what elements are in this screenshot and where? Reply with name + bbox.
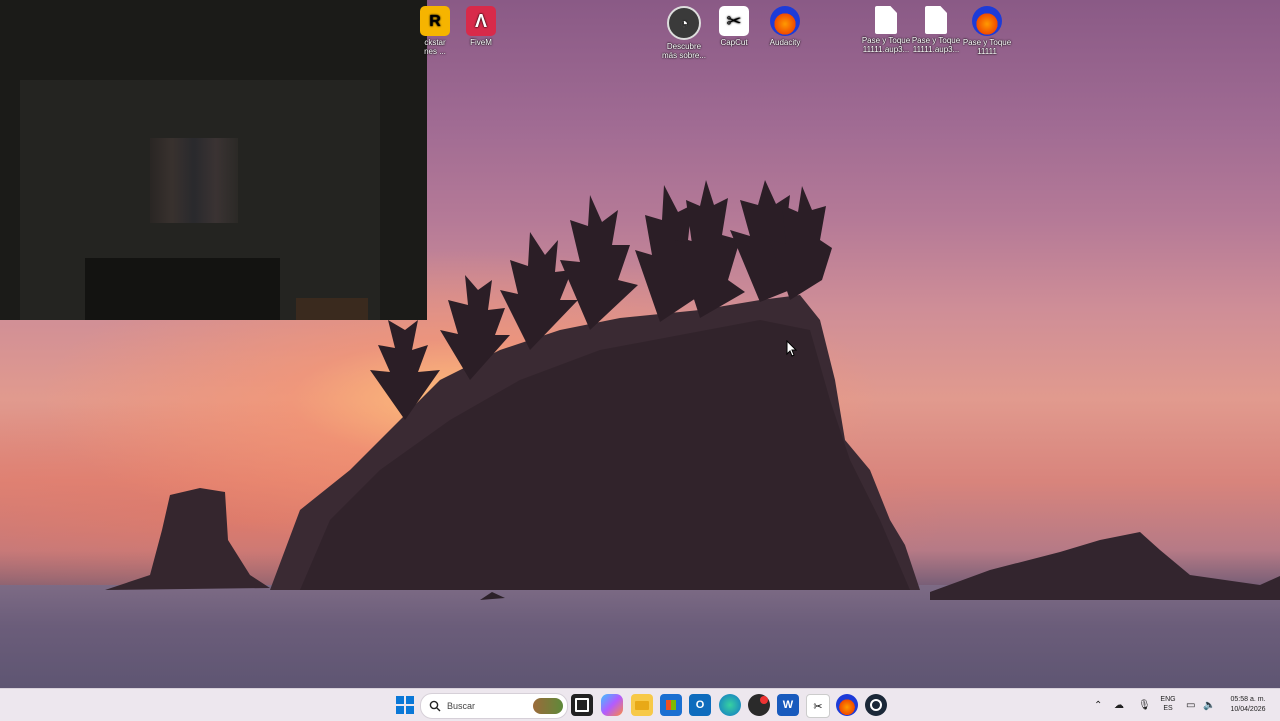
search-highlight-image — [533, 698, 563, 714]
word-button[interactable]: W — [777, 694, 799, 716]
audacity-icon — [770, 6, 800, 36]
monitor-icon: ▭ — [1186, 699, 1196, 711]
capcut-icon: ✂ — [813, 700, 823, 713]
desktop-icon-capcut[interactable]: ✂ CapCut — [709, 0, 759, 47]
tray-volume-button[interactable]: 🔈 — [1203, 689, 1215, 721]
desktop-icon-audacity[interactable]: Audacity — [760, 0, 810, 47]
language-indicator[interactable]: ENG ES — [1157, 695, 1179, 713]
task-view-icon — [575, 698, 589, 712]
tray-microphone-button[interactable]: 🎙 — [1138, 689, 1151, 721]
file-explorer-icon — [635, 700, 649, 710]
chevron-up-icon: ⌃ — [1094, 699, 1103, 711]
clock-date: 10/04/2026 — [1230, 706, 1266, 713]
webcam-furniture — [85, 258, 280, 320]
audacity-taskbar-button[interactable] — [836, 694, 858, 716]
copilot-button[interactable] — [601, 694, 623, 716]
desktop-icon-label: CapCut — [720, 38, 748, 47]
microphone-icon: 🎙 — [1138, 699, 1151, 711]
desktop-icon-descubre[interactable]: ◔ Descubre más sobre... — [659, 0, 709, 60]
word-icon: W — [782, 699, 794, 711]
taskbar-search-box[interactable]: Buscar — [420, 693, 568, 719]
file-icon — [925, 6, 947, 34]
cloud-icon: ☁ — [1114, 699, 1124, 711]
webcam-overlay — [0, 0, 427, 320]
rockstar-icon: R — [420, 6, 450, 36]
taskbar-clock[interactable]: 05:58 a. m. 10/04/2026 — [1222, 695, 1274, 715]
obs-icon — [760, 696, 768, 704]
desktop-icon-file-pase-2[interactable]: Pase y Toque 11111.aup3... — [911, 0, 961, 54]
capcut-icon: ✂ — [719, 6, 749, 36]
audacity-project-icon — [972, 6, 1002, 36]
webcam-box — [296, 298, 368, 320]
obs-button[interactable] — [748, 694, 770, 716]
store-icon — [666, 700, 676, 710]
search-placeholder: Buscar — [447, 701, 476, 711]
tray-display-button[interactable]: ▭ — [1186, 689, 1195, 721]
outlook-icon: O — [695, 699, 705, 711]
mouse-cursor-icon — [786, 340, 798, 357]
tray-network-button[interactable]: ☁ — [1114, 689, 1124, 721]
file-explorer-button[interactable] — [631, 694, 653, 716]
start-button[interactable] — [394, 694, 416, 716]
desktop-icon-label: Descubre más sobre... — [661, 42, 706, 60]
steam-button[interactable] — [865, 694, 887, 716]
capcut-taskbar-button[interactable]: ✂ — [806, 694, 830, 718]
task-view-button[interactable] — [571, 694, 593, 716]
taskbar: Buscar O W ✂ ⌃ ☁ 🎙 ENG ES ▭ 🔈 05:58 a. m… — [0, 688, 1280, 721]
desktop-icon-label: FiveM — [470, 38, 492, 47]
outlook-button[interactable]: O — [689, 694, 711, 716]
desktop-icon-label: ckstar nes ... — [424, 38, 446, 56]
desktop-icon-audacity-project[interactable]: Pase y Toque 11111 — [962, 0, 1012, 56]
search-icon — [429, 700, 441, 712]
desktop-icon-label: Pase y Toque 11111.aup3... — [861, 36, 911, 54]
clock-time: 05:58 a. m. — [1230, 696, 1266, 703]
file-icon — [875, 6, 897, 34]
descubre-icon: ◔ — [667, 6, 701, 40]
fivem-icon: Λ — [466, 6, 496, 36]
desktop-icon-label: Pase y Toque 11111.aup3... — [911, 36, 961, 54]
webcam-wall-picture — [150, 138, 238, 223]
desktop-icon-rockstar[interactable]: R ckstar nes ... — [410, 0, 460, 56]
show-hidden-icons-button[interactable]: ⌃ — [1094, 689, 1102, 721]
edge-button[interactable] — [719, 694, 741, 716]
language-primary: ENG — [1160, 696, 1176, 703]
language-secondary: ES — [1163, 705, 1173, 712]
windows-start-icon — [396, 696, 414, 714]
desktop-icon-file-pase-1[interactable]: Pase y Toque 11111.aup3... — [861, 0, 911, 54]
desktop-icon-label: Audacity — [769, 38, 801, 47]
desktop-icon-label: Pase y Toque 11111 — [962, 38, 1012, 56]
store-button[interactable] — [660, 694, 682, 716]
steam-icon — [870, 699, 882, 711]
speaker-icon: 🔈 — [1203, 699, 1216, 711]
desktop-icon-fivem[interactable]: Λ FiveM — [456, 0, 506, 47]
